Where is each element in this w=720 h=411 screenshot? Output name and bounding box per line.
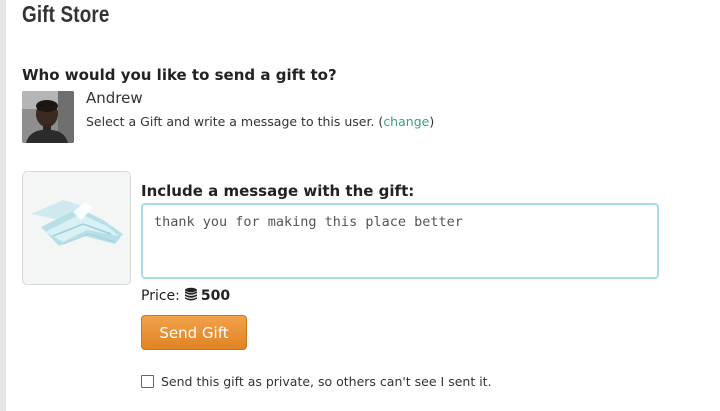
change-recipient-link[interactable]: change: [383, 114, 429, 129]
price-row: Price: 500: [141, 287, 230, 305]
gift-store-page: Gift Store Who would you like to send a …: [0, 0, 720, 411]
left-rail: [0, 0, 6, 411]
recipient-instruction: Select a Gift and write a message to thi…: [86, 114, 434, 129]
private-label: Send this gift as private, so others can…: [161, 374, 492, 389]
instruction-end: ): [429, 114, 435, 129]
message-label: Include a message with the gift:: [141, 182, 415, 200]
recipient-name: Andrew: [86, 89, 143, 107]
selected-gift-card[interactable]: [22, 171, 131, 285]
price-label: Price:: [141, 288, 180, 304]
send-gift-button[interactable]: Send Gift: [141, 315, 247, 350]
avatar: [22, 91, 74, 143]
page-title: Gift Store: [22, 1, 110, 27]
private-checkbox[interactable]: [141, 375, 154, 388]
coins-icon: [184, 287, 198, 305]
gift-message-input[interactable]: thank you for making this place better: [141, 203, 659, 279]
price-amount: 500: [200, 288, 231, 304]
avatar-image: [22, 91, 74, 143]
recipient-question: Who would you like to send a gift to?: [22, 66, 337, 84]
towel-gift-icon: [23, 172, 130, 284]
private-option[interactable]: Send this gift as private, so others can…: [141, 374, 492, 389]
instruction-text: Select a Gift and write a message to thi…: [86, 114, 384, 129]
